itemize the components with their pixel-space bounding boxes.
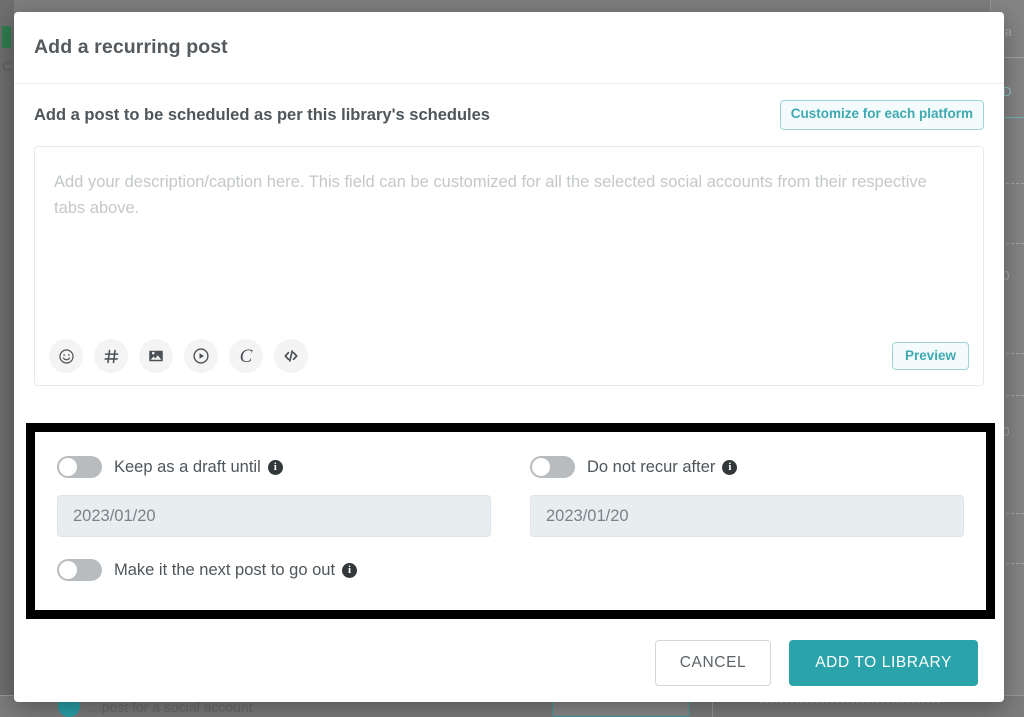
hashtag-icon[interactable] [94, 339, 128, 373]
keep-as-draft-label-wrap: Keep as a draft until i [114, 458, 283, 477]
subtitle-row: Add a post to be scheduled as per this l… [34, 84, 984, 146]
toggle-knob [59, 561, 77, 579]
scheduling-options-grid: Keep as a draft until i 2023/01/20 Do no… [57, 450, 964, 537]
image-icon[interactable] [139, 339, 173, 373]
video-icon[interactable] [184, 339, 218, 373]
do-not-recur-date-input[interactable]: 2023/01/20 [530, 495, 964, 537]
keep-as-draft-toggle[interactable] [57, 456, 102, 478]
code-icon[interactable] [274, 339, 308, 373]
scheduling-options-highlight: Keep as a draft until i 2023/01/20 Do no… [26, 423, 995, 619]
next-post-row: Make it the next post to go out i [57, 553, 964, 587]
emoji-icon[interactable] [49, 339, 83, 373]
toggle-knob [59, 458, 77, 476]
background-bottom-dash [760, 702, 940, 703]
add-to-library-button[interactable]: ADD TO LIBRARY [789, 640, 978, 686]
next-post-toggle[interactable] [57, 559, 102, 581]
page-title: Add a recurring post [34, 36, 228, 58]
info-icon[interactable]: i [267, 459, 283, 475]
scheduling-options: Keep as a draft until i 2023/01/20 Do no… [35, 432, 986, 610]
info-icon[interactable]: i [722, 459, 738, 475]
dialog-footer: CANCEL ADD TO LIBRARY [14, 624, 1004, 702]
info-icon[interactable]: i [342, 562, 358, 578]
background-left-label: C [2, 58, 13, 74]
keep-as-draft-group: Keep as a draft until i 2023/01/20 [57, 450, 491, 537]
composer-toolbar: C Preview [49, 339, 969, 373]
do-not-recur-label: Do not recur after [587, 457, 716, 476]
dialog-body: Add a post to be scheduled as per this l… [14, 84, 1004, 386]
keep-as-draft-row: Keep as a draft until i [57, 450, 491, 484]
dialog-subtitle: Add a post to be scheduled as per this l… [34, 105, 490, 124]
customize-for-each-platform-button[interactable]: Customize for each platform [779, 100, 984, 130]
composer-tool-icons: C [49, 339, 308, 373]
background-left-rail [0, 0, 14, 717]
do-not-recur-group: Do not recur after i 2023/01/20 [530, 450, 964, 537]
do-not-recur-label-wrap: Do not recur after i [587, 457, 738, 477]
keep-as-draft-date-input[interactable]: 2023/01/20 [57, 495, 491, 537]
do-not-recur-row: Do not recur after i [530, 450, 964, 484]
dialog-header: Add a recurring post [14, 12, 1004, 84]
canva-icon[interactable]: C [229, 339, 263, 373]
preview-button[interactable]: Preview [891, 342, 969, 370]
post-composer[interactable]: Add your description/caption here. This … [34, 146, 984, 386]
do-not-recur-toggle[interactable] [530, 456, 575, 478]
next-post-label-wrap: Make it the next post to go out i [114, 560, 358, 580]
add-recurring-post-dialog: Add a recurring post Add a post to be sc… [14, 12, 1004, 702]
toggle-knob [532, 458, 550, 476]
composer-placeholder: Add your description/caption here. This … [54, 173, 927, 217]
cancel-button[interactable]: CANCEL [654, 640, 772, 686]
next-post-label: Make it the next post to go out [114, 560, 336, 579]
keep-as-draft-label: Keep as a draft until [114, 457, 261, 476]
background-green-marker [2, 26, 11, 48]
